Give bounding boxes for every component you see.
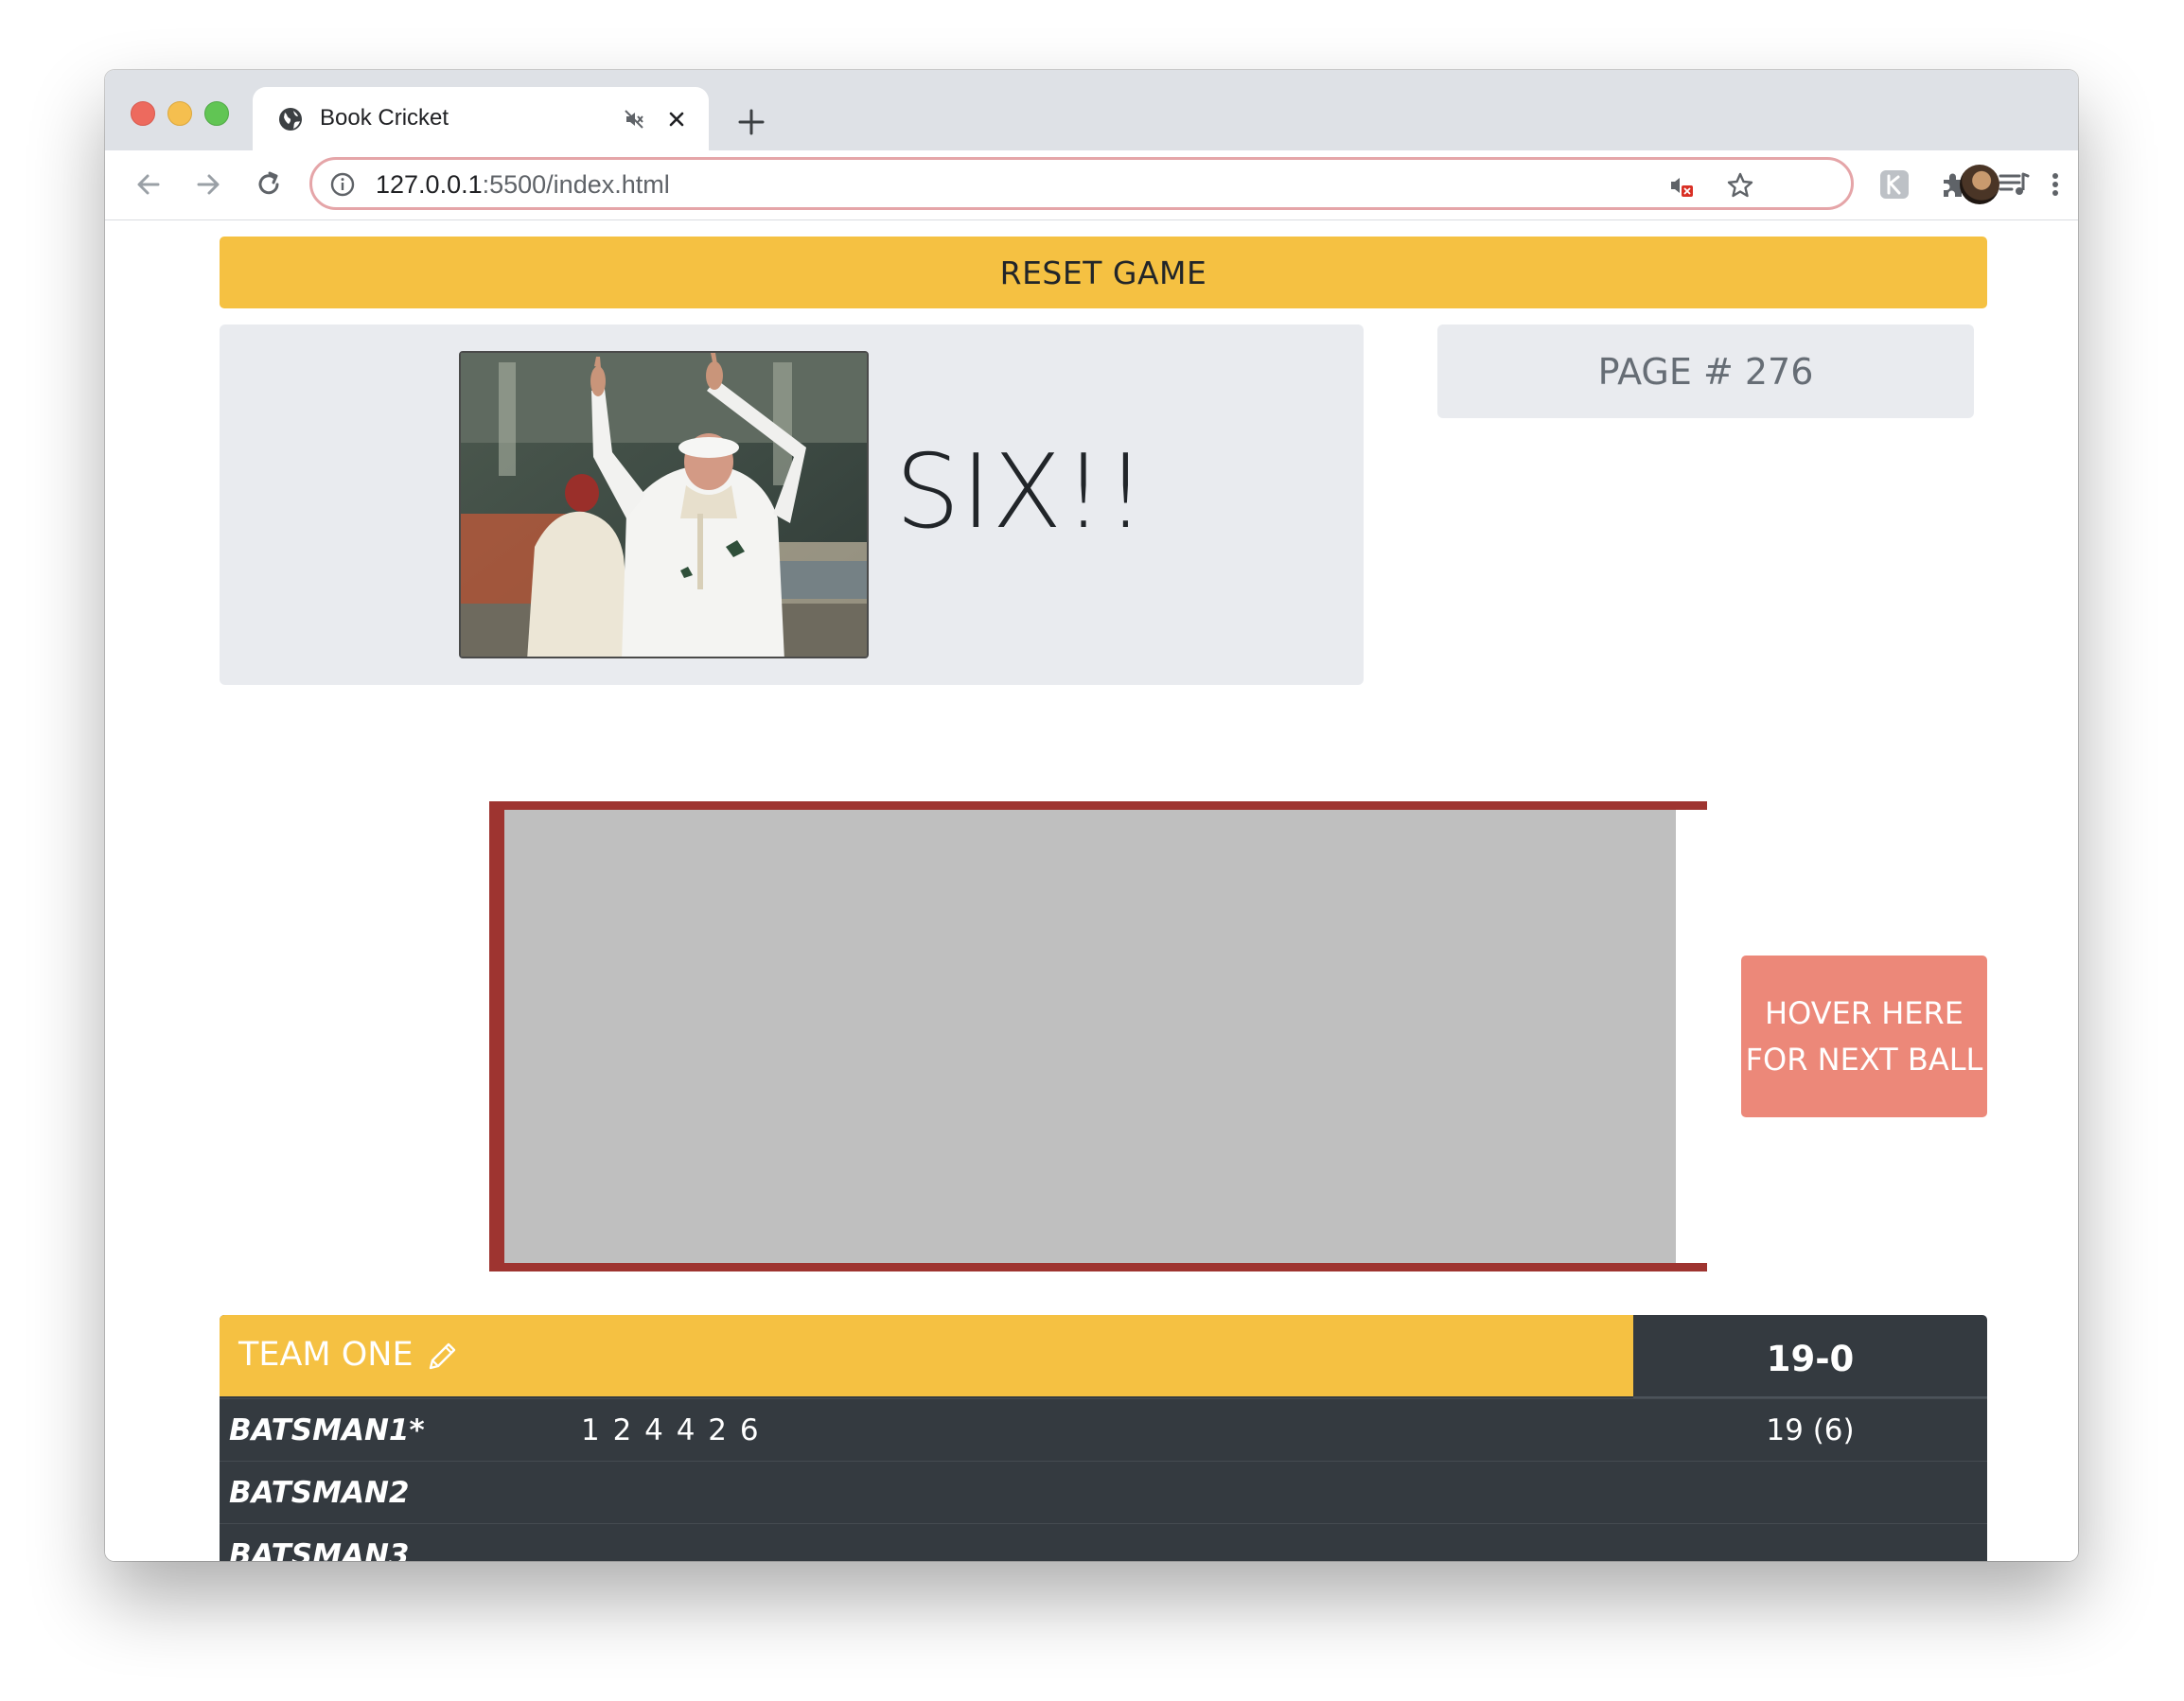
book-page — [504, 810, 1676, 1263]
result-card: SIX!! — [220, 324, 1364, 685]
info-icon[interactable] — [329, 171, 356, 198]
umpire-six-image — [459, 351, 869, 658]
kebab-menu-icon[interactable] — [2038, 167, 2072, 202]
umpire-photo — [461, 353, 867, 657]
arrow-right-icon[interactable] — [191, 167, 225, 202]
speaker-muted-icon[interactable] — [623, 108, 645, 131]
tab-title: Book Cricket — [320, 105, 449, 131]
pencil-icon[interactable] — [423, 1338, 461, 1376]
next-ball-hover-button[interactable]: HOVER HERE FOR NEXT BALL — [1741, 956, 1987, 1117]
batsman-row: BATSMAN2 — [220, 1461, 1987, 1524]
close-window-button[interactable] — [131, 101, 155, 126]
batsman-name: BATSMAN2 — [229, 1476, 410, 1510]
team-name: TEAM ONE — [238, 1336, 414, 1374]
maximize-window-button[interactable] — [204, 101, 229, 126]
ball-result-text: SIX!! — [895, 433, 1147, 552]
profile-avatar[interactable] — [1960, 165, 1999, 204]
page-viewport: RESET GAME SIX!! PAGE # 276 HOVER HERE F… — [105, 220, 2078, 1561]
plus-icon[interactable] — [735, 106, 767, 138]
tab-book-cricket[interactable]: Book Cricket — [253, 87, 709, 150]
address-bar[interactable]: 127.0.0.1:5500/index.html — [309, 157, 1854, 210]
batsman-row: BATSMAN1* 1 2 4 4 2 6 19 (6) — [220, 1398, 1987, 1462]
playlist-icon[interactable] — [1997, 167, 2031, 202]
url-host: 127.0.0.1 — [376, 170, 483, 199]
browser-toolbar: 127.0.0.1:5500/index.html — [105, 150, 2078, 220]
reset-game-button[interactable]: RESET GAME — [220, 237, 1987, 308]
scoreboard: TEAM ONE 19-0 BATSMAN1* 1 2 4 4 2 6 19 (… — [220, 1315, 1987, 1561]
url-text[interactable]: 127.0.0.1:5500/index.html — [376, 170, 670, 200]
close-icon[interactable] — [663, 106, 690, 132]
book-frame — [489, 801, 1707, 1271]
star-icon[interactable] — [1725, 170, 1755, 201]
media-blocked-icon[interactable] — [1666, 170, 1697, 201]
batsman-name: BATSMAN3 — [229, 1538, 410, 1561]
team-header: TEAM ONE — [220, 1315, 1633, 1396]
url-path: :5500/index.html — [482, 170, 670, 199]
batsman-ball-log: 1 2 4 4 2 6 — [581, 1413, 761, 1447]
minimize-window-button[interactable] — [167, 101, 192, 126]
batsman-runs: 19 (6) — [1766, 1413, 1855, 1447]
reload-icon[interactable] — [252, 167, 286, 202]
browser-window: Book Cricket 127.0.0.1:5500/index.html R… — [105, 70, 2078, 1561]
arrow-left-icon[interactable] — [132, 167, 166, 202]
team-score: 19-0 — [1766, 1338, 1855, 1379]
globe-icon — [279, 108, 302, 131]
tab-bar: Book Cricket — [105, 70, 2078, 150]
batsman-row: BATSMAN3 — [220, 1523, 1987, 1561]
batsman-name: BATSMAN1* — [229, 1413, 425, 1447]
extension-icon[interactable] — [1877, 167, 1911, 202]
page-number-card: PAGE # 276 — [1437, 324, 1974, 418]
